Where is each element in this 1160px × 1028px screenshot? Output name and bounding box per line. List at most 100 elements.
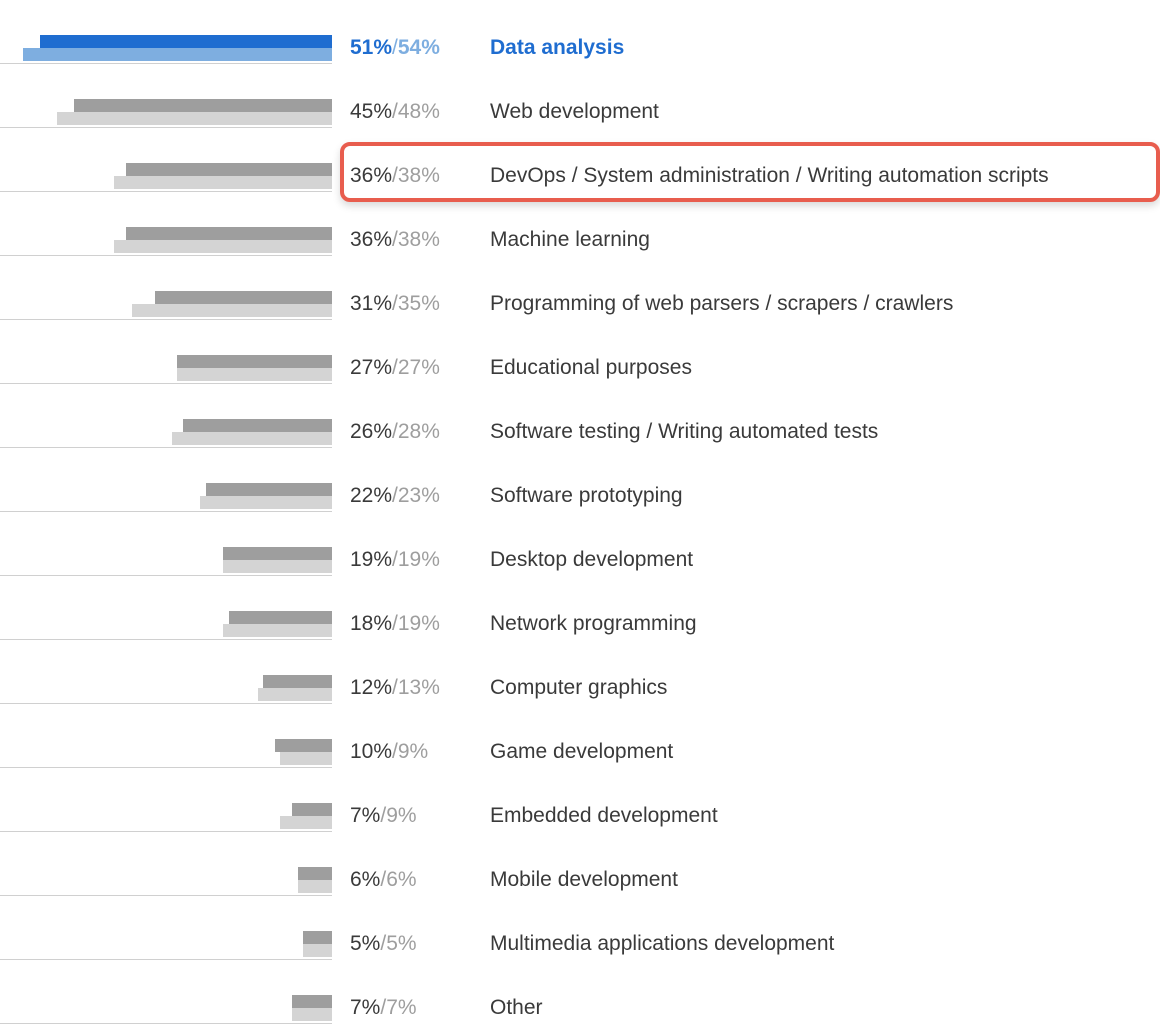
bars-stack [0,419,332,447]
value-primary: 5% [350,932,380,956]
category-label: Web development [490,100,659,124]
bar-secondary [298,880,332,893]
value-secondary: 13% [398,676,440,700]
bar-secondary [23,48,332,61]
category-label: Programming of web parsers / scrapers / … [490,292,953,316]
chart-row-prototyping: 22%/23%Software prototyping [0,448,1160,512]
value-secondary: 35% [398,292,440,316]
value-primary: 36% [350,164,392,188]
label-cell: Educational purposes [472,348,1160,388]
bars-cell [0,768,332,832]
bar-primary [292,803,332,816]
value-cell: 7%/9% [332,796,472,836]
value-secondary: 19% [398,612,440,636]
chart-row-devops: 36%/38%DevOps / System administration / … [0,128,1160,192]
value-cell: 51%/54% [332,28,472,68]
label-cell: Programming of web parsers / scrapers / … [472,284,1160,324]
bar-secondary [172,432,332,445]
bars-cell [0,448,332,512]
bars-cell [0,832,332,896]
bars-stack [0,163,332,191]
value-cell: 19%/19% [332,540,472,580]
chart-row-network: 18%/19%Network programming [0,576,1160,640]
label-cell: Embedded development [472,796,1160,836]
bar-secondary [57,112,332,125]
bars-cell [0,704,332,768]
value-primary: 18% [350,612,392,636]
label-cell: Desktop development [472,540,1160,580]
value-secondary: 28% [398,420,440,444]
bars-stack [0,803,332,831]
label-cell: Computer graphics [472,668,1160,708]
chart-row-software-testing: 26%/28%Software testing / Writing automa… [0,384,1160,448]
bar-primary [298,867,332,880]
value-cell: 36%/38% [332,220,472,260]
value-primary: 22% [350,484,392,508]
value-secondary: 54% [398,36,440,60]
bar-primary [275,739,332,752]
chart-row-desktop-dev: 19%/19%Desktop development [0,512,1160,576]
category-label: Machine learning [490,228,650,252]
value-cell: 36%/38% [332,156,472,196]
value-cell: 18%/19% [332,604,472,644]
bar-primary [206,483,332,496]
category-label: Software prototyping [490,484,683,508]
value-secondary: 9% [386,804,416,828]
bars-cell [0,512,332,576]
category-label: Data analysis [490,36,624,60]
bar-secondary [200,496,332,509]
bar-secondary [177,368,332,381]
bar-primary [155,291,332,304]
bars-stack [0,931,332,959]
bars-cell [0,320,332,384]
value-primary: 51% [350,36,392,60]
bars-stack [0,739,332,767]
label-cell: DevOps / System administration / Writing… [472,156,1160,196]
label-cell: Software testing / Writing automated tes… [472,412,1160,452]
bars-cell [0,896,332,960]
bar-primary [292,995,332,1008]
value-cell: 27%/27% [332,348,472,388]
value-primary: 27% [350,356,392,380]
bars-stack [0,291,332,319]
value-secondary: 19% [398,548,440,572]
value-primary: 6% [350,868,380,892]
bars-cell [0,192,332,256]
bar-secondary [223,560,332,573]
bar-secondary [114,176,332,189]
label-cell: Other [472,988,1160,1028]
value-secondary: 23% [398,484,440,508]
value-cell: 12%/13% [332,668,472,708]
bars-cell [0,128,332,192]
value-secondary: 38% [398,228,440,252]
bars-stack [0,995,332,1023]
bar-primary [74,99,332,112]
label-cell: Machine learning [472,220,1160,260]
bar-secondary [292,1008,332,1021]
chart-row-educational: 27%/27%Educational purposes [0,320,1160,384]
chart-row-web-parsers: 31%/35%Programming of web parsers / scra… [0,256,1160,320]
value-cell: 31%/35% [332,284,472,324]
bars-stack [0,355,332,383]
label-cell: Network programming [472,604,1160,644]
label-cell: Game development [472,732,1160,772]
bars-cell [0,384,332,448]
value-secondary: 27% [398,356,440,380]
bars-cell [0,64,332,128]
value-cell: 26%/28% [332,412,472,452]
bar-primary [126,163,332,176]
value-cell: 22%/23% [332,476,472,516]
bars-cell [0,960,332,1024]
chart-row-data-analysis: 51%/54%Data analysis [0,0,1160,64]
chart-row-other: 7%/7%Other [0,960,1160,1024]
bar-secondary [303,944,332,957]
bar-secondary [280,816,332,829]
bar-primary [263,675,332,688]
bars-cell [0,256,332,320]
value-primary: 26% [350,420,392,444]
value-secondary: 48% [398,100,440,124]
chart-row-embedded: 7%/9%Embedded development [0,768,1160,832]
bar-primary [223,547,332,560]
value-primary: 19% [350,548,392,572]
chart-row-web-development: 45%/48%Web development [0,64,1160,128]
